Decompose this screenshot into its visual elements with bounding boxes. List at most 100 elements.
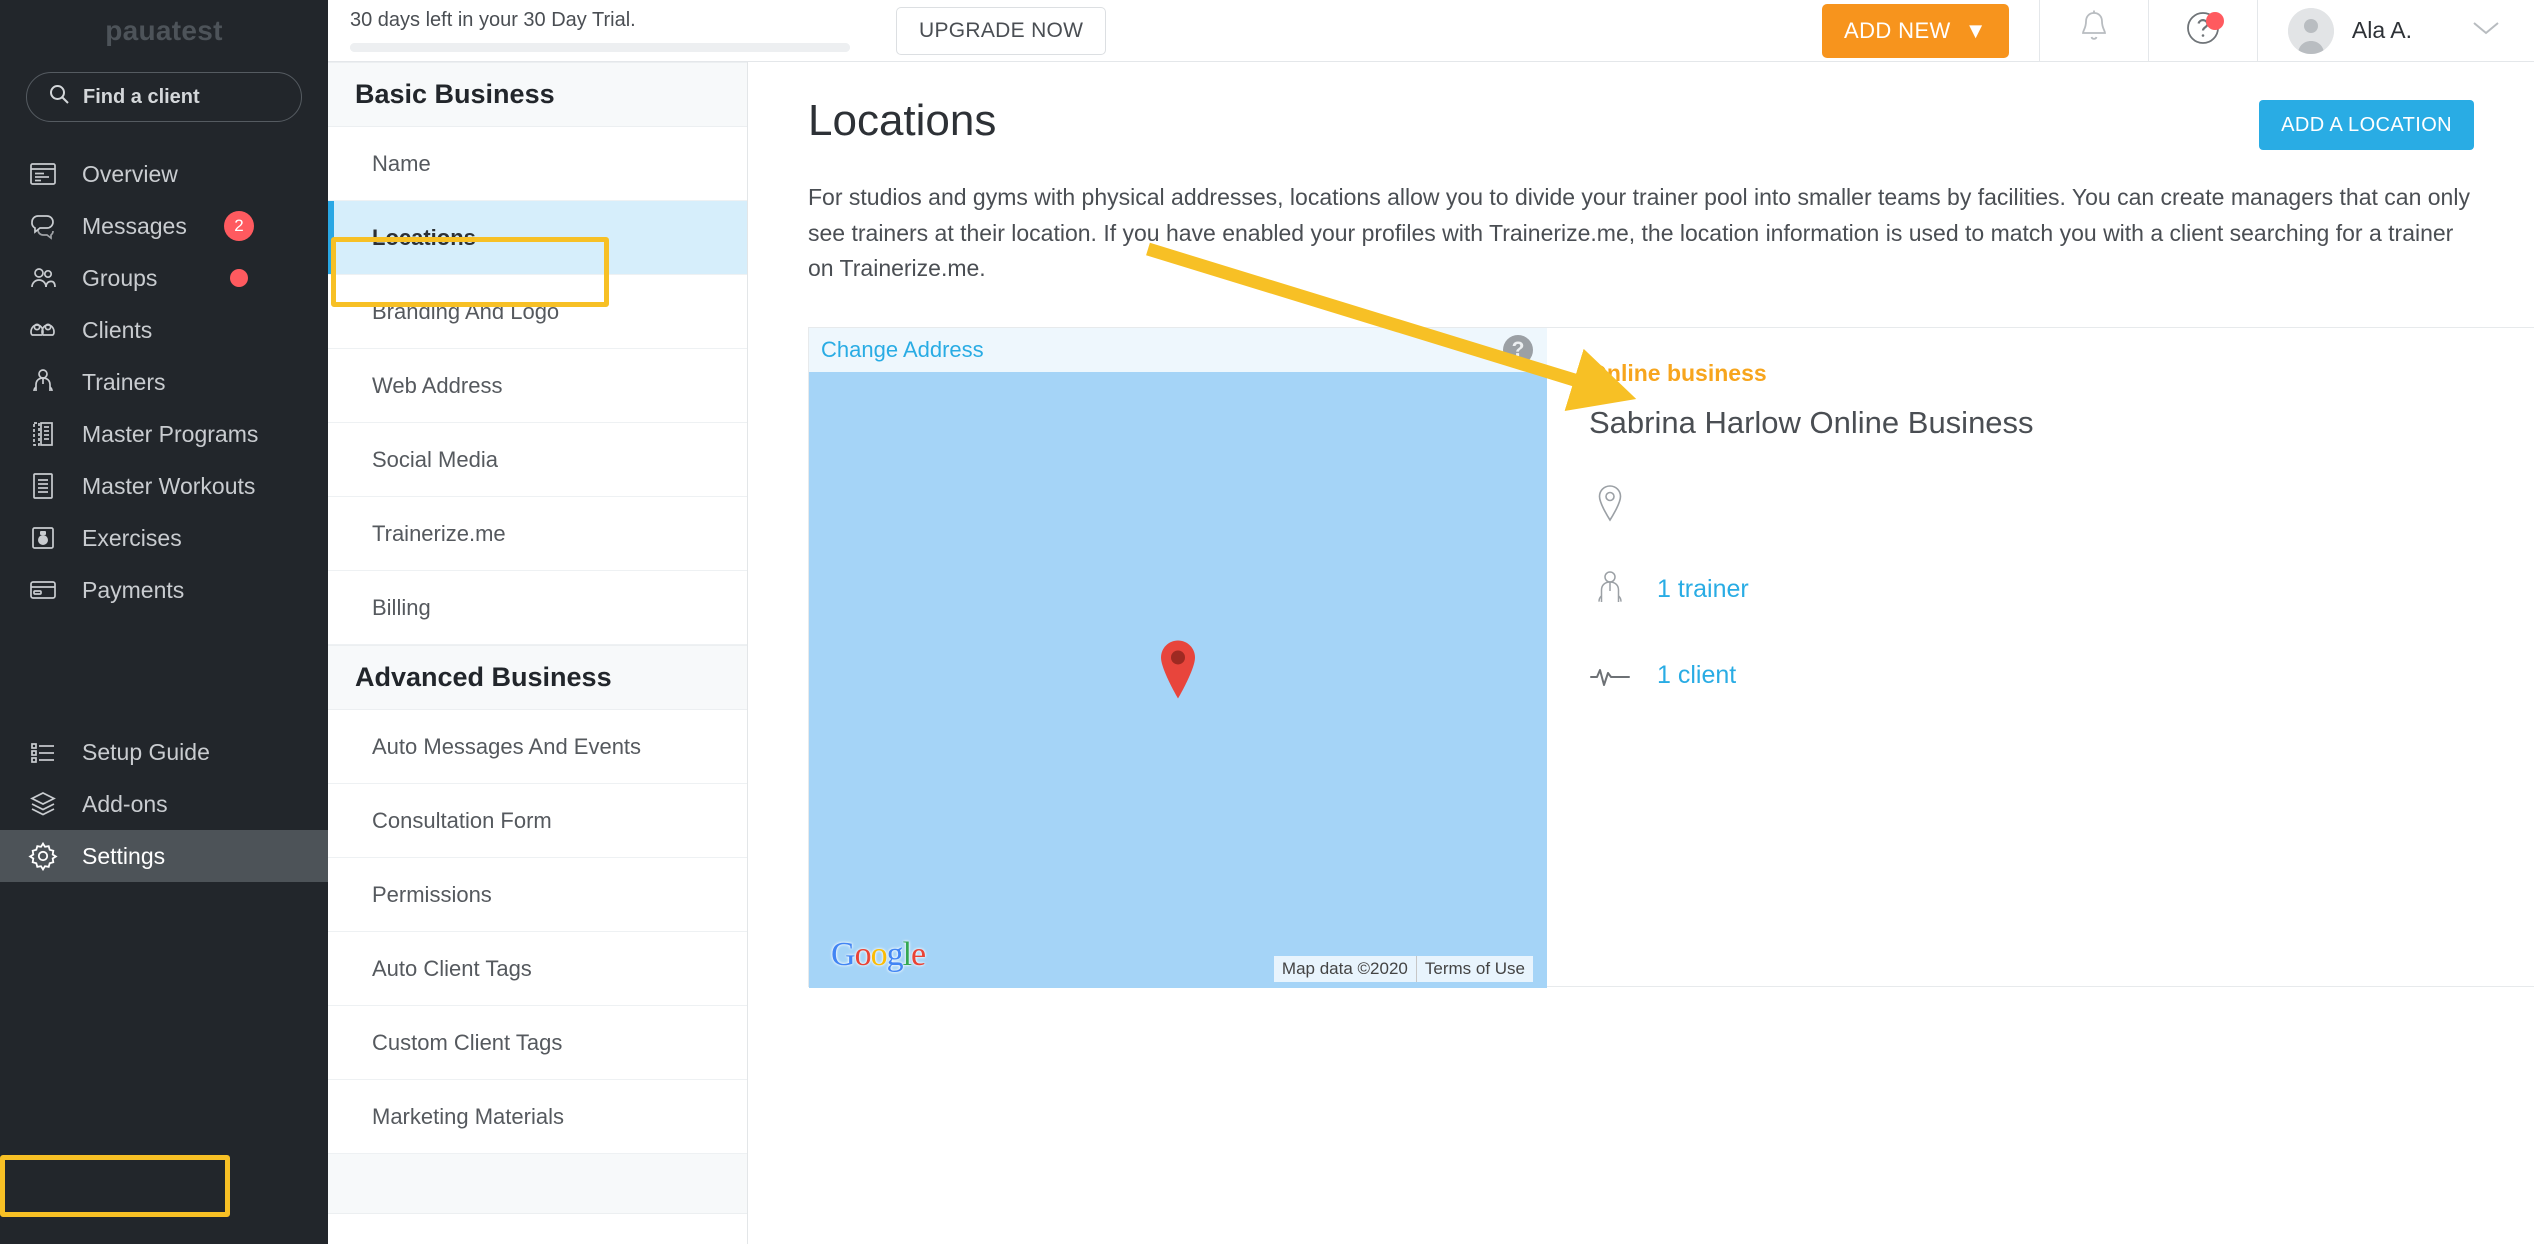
avatar	[2287, 7, 2334, 54]
search-container: Find a client	[0, 62, 328, 122]
sidebar-item-setup-guide[interactable]: Setup Guide	[0, 726, 328, 778]
submenu-item-custom-client-tags[interactable]: Custom Client Tags	[328, 1006, 747, 1080]
bell-icon	[2076, 8, 2112, 53]
location-map: Change Address ? Google Map data ©2020 T…	[809, 327, 1547, 988]
page-description: For studios and gyms with physical addre…	[808, 184, 2470, 282]
sidebar-item-master-programs[interactable]: Master Programs	[0, 408, 328, 460]
change-address-link[interactable]: Change Address	[821, 337, 984, 363]
sidebar-nav: Overview Messages 2 Groups Clients Train…	[0, 148, 328, 882]
sidebar-item-label: Master Workouts	[82, 472, 256, 499]
brand-title: pauatest	[105, 15, 223, 46]
location-details-header: Online business EDIT	[1589, 360, 2534, 389]
settings-annotation-box	[0, 1155, 230, 1217]
submenu-item-consultation-form[interactable]: Consultation Form	[328, 784, 747, 858]
chevron-down-icon	[2471, 19, 2501, 42]
sidebar-item-exercises[interactable]: Exercises	[0, 512, 328, 564]
primary-sidebar: pauatest Find a client Overview Messages…	[0, 0, 328, 1244]
submenu-item-marketing-materials[interactable]: Marketing Materials	[328, 1080, 747, 1154]
status-badge: Online business	[1589, 359, 1767, 386]
sidebar-item-settings[interactable]: Settings	[0, 830, 328, 882]
settings-submenu: Basic Business Name Locations Branding A…	[328, 0, 748, 1244]
exercises-icon	[26, 521, 60, 555]
sidebar-item-clients[interactable]: Clients	[0, 304, 328, 356]
trainer-icon	[1589, 569, 1631, 611]
sidebar-item-overview[interactable]: Overview	[0, 148, 328, 200]
help-button[interactable]	[2149, 0, 2257, 62]
google-logo: Google	[831, 935, 926, 973]
master-programs-icon	[26, 417, 60, 451]
client-count-link[interactable]: 1 client	[1657, 661, 1736, 690]
groups-status-dot	[230, 269, 248, 287]
sidebar-item-master-workouts[interactable]: Master Workouts	[0, 460, 328, 512]
sidebar-item-add-ons[interactable]: Add-ons	[0, 778, 328, 830]
payments-icon	[26, 573, 60, 607]
main-inner: Locations ADD A LOCATION For studios and…	[748, 62, 2534, 988]
page-header: Locations ADD A LOCATION	[808, 96, 2474, 150]
submenu-item-auto-client-tags[interactable]: Auto Client Tags	[328, 932, 747, 1006]
sidebar-item-messages[interactable]: Messages 2	[0, 200, 328, 252]
sidebar-item-label: Messages	[82, 212, 187, 239]
user-menu-toggle[interactable]	[2438, 0, 2534, 62]
location-clients-row: 1 client	[1589, 653, 2534, 699]
submenu-item-branding-and-logo[interactable]: Branding And Logo	[328, 275, 747, 349]
sidebar-item-trainers[interactable]: Trainers	[0, 356, 328, 408]
location-address-row	[1589, 481, 2534, 527]
sidebar-item-payments[interactable]: Payments	[0, 564, 328, 616]
clients-icon	[26, 313, 60, 347]
submenu-footer-spacer	[328, 1154, 747, 1214]
trial-status: 30 days left in your 30 Day Trial.	[328, 9, 868, 52]
search-placeholder: Find a client	[83, 85, 200, 108]
submenu-item-billing[interactable]: Billing	[328, 571, 747, 645]
upgrade-now-button[interactable]: UPGRADE NOW	[896, 6, 1107, 55]
messages-badge: 2	[224, 211, 254, 241]
map-data-label: Map data ©2020	[1281, 958, 1408, 978]
submenu-item-trainerize-me[interactable]: Trainerize.me	[328, 497, 747, 571]
submenu-item-web-address[interactable]: Web Address	[328, 349, 747, 423]
main-content: Locations ADD A LOCATION For studios and…	[748, 0, 2534, 1244]
user-menu[interactable]: Ala A.	[2258, 0, 2438, 62]
map-pin-icon	[1156, 638, 1200, 705]
sidebar-item-label: Trainers	[82, 368, 166, 395]
location-name: Sabrina Harlow Online Business	[1589, 404, 2034, 440]
app-root: pauatest Find a client Overview Messages…	[0, 0, 2534, 1244]
sidebar-item-label: Add-ons	[82, 790, 168, 817]
location-pin-icon	[1589, 484, 1631, 524]
location-card: Change Address ? Google Map data ©2020 T…	[808, 326, 2534, 988]
setup-guide-icon	[26, 735, 60, 769]
submenu-group-title-basic: Basic Business	[328, 62, 747, 127]
submenu-item-locations[interactable]: Locations	[328, 201, 747, 275]
trial-progress-bar	[350, 43, 850, 52]
submenu-item-auto-messages-and-events[interactable]: Auto Messages And Events	[328, 710, 747, 784]
location-details: Online business EDIT Sabrina Harlow Onli…	[1547, 328, 2534, 986]
map-attribution: Map data ©2020 Terms of Use	[1273, 955, 1533, 982]
sidebar-item-label: Exercises	[82, 524, 182, 551]
add-a-location-button[interactable]: ADD A LOCATION	[2259, 100, 2474, 150]
sidebar-item-label: Clients	[82, 316, 153, 343]
submenu-item-name[interactable]: Name	[328, 127, 747, 201]
trainer-count-link[interactable]: 1 trainer	[1657, 575, 1749, 604]
messages-icon	[26, 209, 60, 243]
overview-icon	[26, 157, 60, 191]
trainers-icon	[26, 365, 60, 399]
user-name: Ala A.	[2351, 17, 2412, 43]
sidebar-item-label: Settings	[82, 842, 166, 869]
submenu-group-title-advanced: Advanced Business	[328, 645, 747, 710]
gear-icon	[26, 839, 60, 873]
page-title: Locations	[808, 96, 997, 145]
sidebar-item-groups[interactable]: Groups	[0, 252, 328, 304]
pulse-icon	[1589, 664, 1631, 688]
search-icon	[47, 82, 71, 112]
map-header: Change Address ?	[809, 327, 1547, 372]
location-trainers-row: 1 trainer	[1589, 567, 2534, 613]
add-new-button[interactable]: ADD NEW ▼	[1822, 3, 2009, 58]
search-input[interactable]: Find a client	[26, 72, 302, 122]
sidebar-item-label: Groups	[82, 264, 158, 291]
question-mark-icon[interactable]: ?	[1503, 334, 1533, 365]
submenu-item-social-media[interactable]: Social Media	[328, 423, 747, 497]
submenu-item-permissions[interactable]: Permissions	[328, 858, 747, 932]
map-canvas[interactable]: Google Map data ©2020 Terms of Use	[809, 371, 1547, 988]
notifications-button[interactable]	[2040, 0, 2148, 62]
terms-of-use-link[interactable]: Terms of Use	[1417, 956, 1533, 982]
trial-text: 30 days left in your 30 Day Trial.	[350, 9, 636, 31]
